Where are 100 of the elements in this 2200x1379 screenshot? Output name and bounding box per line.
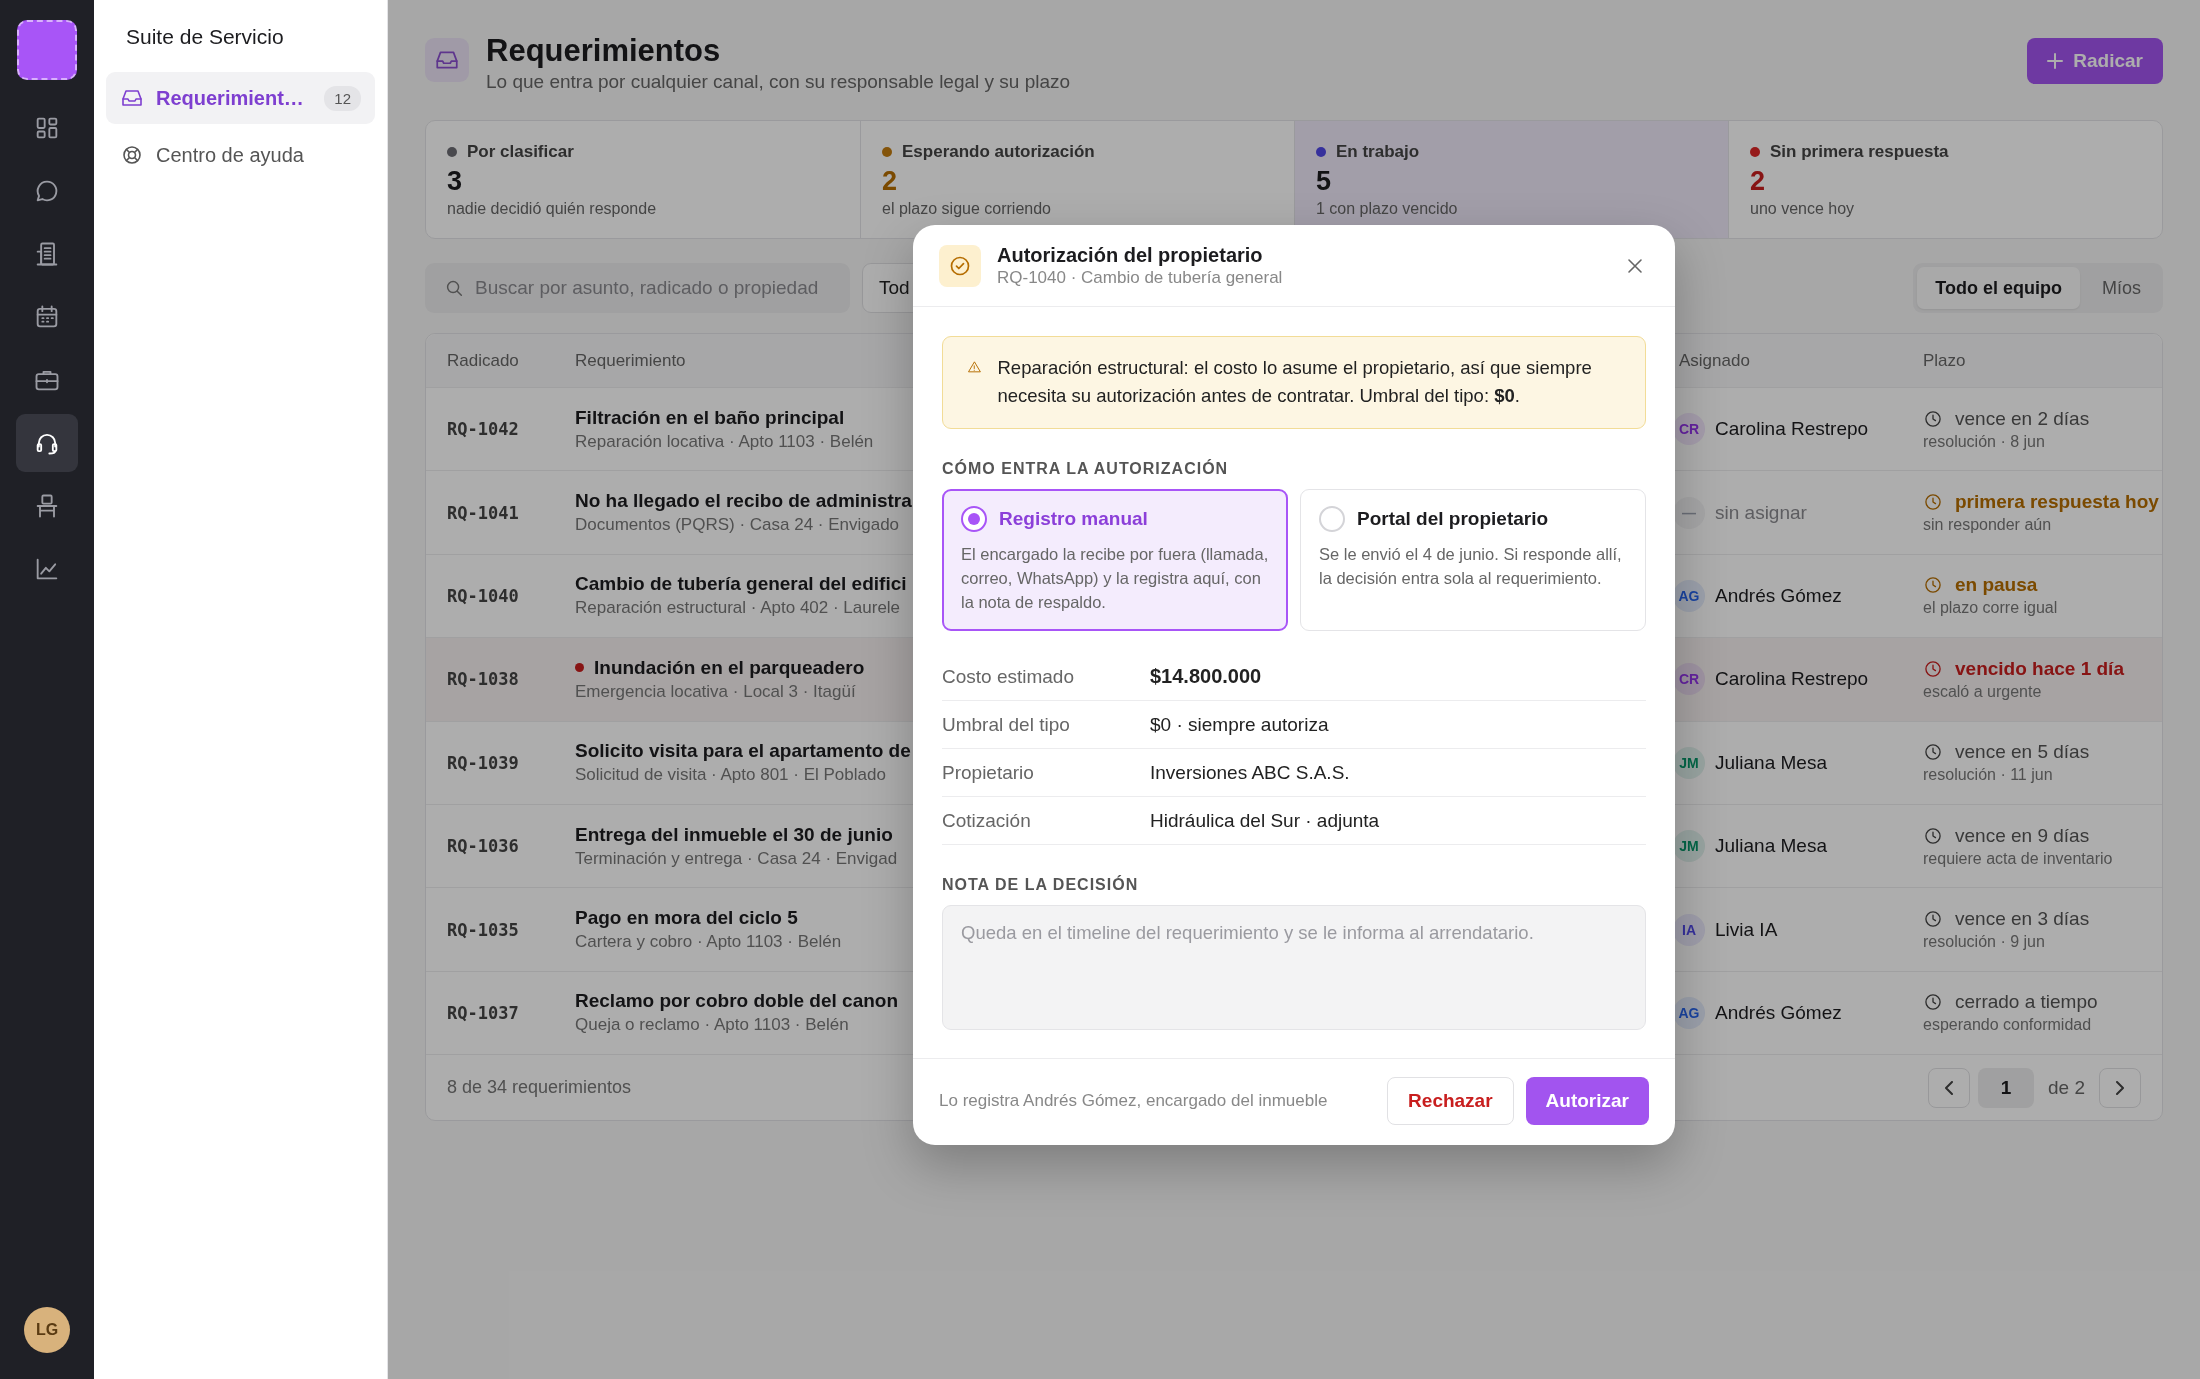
ticket-title[interactable]: Entrega del inmueble el 30 de junio [575,823,893,846]
ticket-subtitle: Queja o reclamo · Apto 1103 · Belén [575,1015,849,1036]
scope-tab[interactable]: Míos [2084,267,2159,309]
stat-card[interactable]: Sin primera respuesta 2 uno vence hoy [1728,121,2162,238]
deadline-note: esperando conformidad [1923,1016,2093,1035]
assignee-avatar: JM [1673,830,1705,863]
detail-value: $0 · siempre autoriza [1150,713,1330,736]
footer-note: Lo registra Andrés Gómez, encargado del inmueble [939,1091,1329,1111]
stat-label: En trabajo [1336,142,1420,162]
ticket-title[interactable]: No ha llegado el recibo de administra [575,490,912,513]
detail-label: Propietario [942,761,1035,784]
assignee-avatar: JM [1673,746,1705,779]
ticket-title[interactable]: Inundación en el parqueadero [594,656,865,679]
column-header: Asignado [1679,350,1750,371]
stat-value: 3 [447,165,464,198]
user-avatar[interactable]: LG [24,1307,70,1353]
reject-button[interactable]: Rechazar [1387,1077,1514,1125]
deadline-note: el plazo corre igual [1923,599,2059,618]
section-label: NOTA DE LA DECISIÓN [942,876,1140,894]
stat-label: Sin primera respuesta [1770,142,1949,162]
stat-value: 5 [1316,165,1333,198]
page-number[interactable]: 1 [1978,1067,2034,1108]
deadline-text: en pausa [1955,574,2038,597]
assignee-avatar: AG [1673,996,1705,1029]
deadline-note: escaló a urgente [1923,682,2043,701]
ticket-id: RQ-1035 [447,919,520,940]
app-title: Suite de Servicio [126,24,284,50]
assignee-name: Carolina Restrepo [1715,668,1869,691]
assignee-name: sin asignar [1715,501,1807,524]
search-field[interactable]: Buscar por asunto, radicado o propiedad [425,263,850,313]
ticket-subtitle: Reparación estructural · Apto 402 · Laurele [575,598,901,619]
column-header: Radicado [447,350,519,371]
ticket-subtitle: Emergencia locativa · Local 3 · Itagüí [575,681,856,702]
next-page-button[interactable] [2099,1067,2141,1108]
stat-note: uno vence hoy [1750,200,1856,218]
deadline-note: resolución · 8 jun [1923,432,2046,451]
ticket-title[interactable]: Solicito visita para el apartamento de [575,740,911,763]
assignee-name: Juliana Mesa [1715,835,1827,858]
stat-card[interactable]: Por clasificar 3 nadie decidió quién responde [426,121,860,238]
ticket-subtitle: Terminación y entrega · Casa 24 · Envigad [575,848,898,869]
scope-tab[interactable]: Todo el equipo [1917,267,2080,309]
previous-page-button[interactable] [1928,1067,1970,1108]
chevron-left-icon [1945,1080,1953,1095]
ticket-subtitle: Cartera y cobro · Apto 1103 · Belén [575,932,842,953]
ticket-title[interactable]: Cambio de tubería general del edifici [575,573,907,596]
sidebar-item[interactable]: Requerimient… 12 [106,72,375,124]
detail-label: Costo estimado [942,665,1075,688]
detail-label: Umbral del tipo [942,713,1071,736]
assignee-name: Andrés Gómez [1715,584,1842,607]
ticket-title[interactable]: Filtración en el baño principal [575,406,845,429]
assignee-avatar: — [1673,496,1705,529]
authorize-button[interactable]: Autorizar [1525,1077,1649,1125]
assignee-name: Andrés Gómez [1715,1001,1842,1024]
detail-value: Inversiones ABC S.A.S. [1150,761,1351,784]
page-title: Requerimientos [486,32,722,70]
radio-button[interactable] [961,506,987,532]
assignee-name: Carolina Restrepo [1715,418,1869,441]
deadline-note: sin responder aún [1923,516,2053,535]
ticket-subtitle: Solicitud de visita · Apto 801 · El Poblado [575,765,886,786]
deadline-note: requiere acta de inventario [1923,849,2114,868]
deadline-text: vencido hace 1 día [1955,657,2124,680]
plus-icon [2047,53,2064,69]
warning-text: Reparación estructural: el costo lo asume el propietario, así que siempre necesita su autorización antes de contratar. Umbral del tipo: $0. [997,356,1593,408]
assignee-name: Juliana Mesa [1715,751,1827,774]
ticket-title[interactable]: Reclamo por cobro doble del canon [575,990,899,1013]
option-card[interactable]: Portal del propietario Se le envió el 4 de junio. Si responde allí, la decisión entra sola al requerimiento. [1300,489,1646,631]
ticket-id: RQ-1039 [447,752,520,773]
column-header: Plazo [1923,350,1966,371]
app-logo[interactable] [17,20,77,80]
stat-card[interactable]: En trabajo 5 1 con plazo vencido [1294,121,1728,238]
chevron-right-icon [2116,1080,2124,1095]
result-count: 8 de 34 requerimientos [447,1077,632,1099]
stat-value: 2 [1750,165,1767,198]
ticket-id: RQ-1037 [447,1002,520,1023]
ticket-title[interactable]: Pago en mora del ciclo 5 [575,907,798,930]
ticket-subtitle: Reparación locativa · Apto 1103 · Belén [575,431,874,452]
page-total: de 2 [2048,1076,2085,1099]
detail-value: Hidráulica del Sur · adjunta [1150,809,1381,832]
dialog-subtitle: RQ-1040 · Cambio de tubería general [997,267,1284,288]
option-card[interactable]: Registro manual El encargado la recibe por fuera (llamada, correo, WhatsApp) y la registra aquí, con la nota de respaldo. [942,489,1288,631]
ticket-id: RQ-1042 [447,419,520,440]
assignee-avatar: CR [1673,663,1705,696]
column-header: Requerimiento [575,350,686,371]
stat-label: Esperando autorización [902,142,1095,162]
sidebar-item[interactable]: Centro de ayuda [106,129,375,181]
note-field[interactable]: Queda en el timeline del requerimiento y se le informa al arrendatario. [942,905,1646,1030]
ticket-id: RQ-1036 [447,836,520,857]
ticket-id: RQ-1041 [447,502,520,523]
detail-value: $14.800.000 [1150,665,1263,688]
deadline-text: primera respuesta hoy [1955,491,2159,514]
stat-value: 2 [882,165,899,198]
count-badge: 12 [324,85,361,111]
nav-button[interactable] [16,414,78,472]
deadline-note: resolución · 9 jun [1923,933,2046,952]
section-label: CÓMO ENTRA LA AUTORIZACIÓN [942,460,1230,478]
lifebuoy-icon [120,143,144,167]
ticket-subtitle: Documentos (PQRS) · Casa 24 · Envigado [575,515,900,536]
deadline-note: resolución · 11 jun [1923,766,2054,785]
assignee-avatar: IA [1673,913,1705,946]
stat-note: nadie decidió quién responde [447,200,658,218]
